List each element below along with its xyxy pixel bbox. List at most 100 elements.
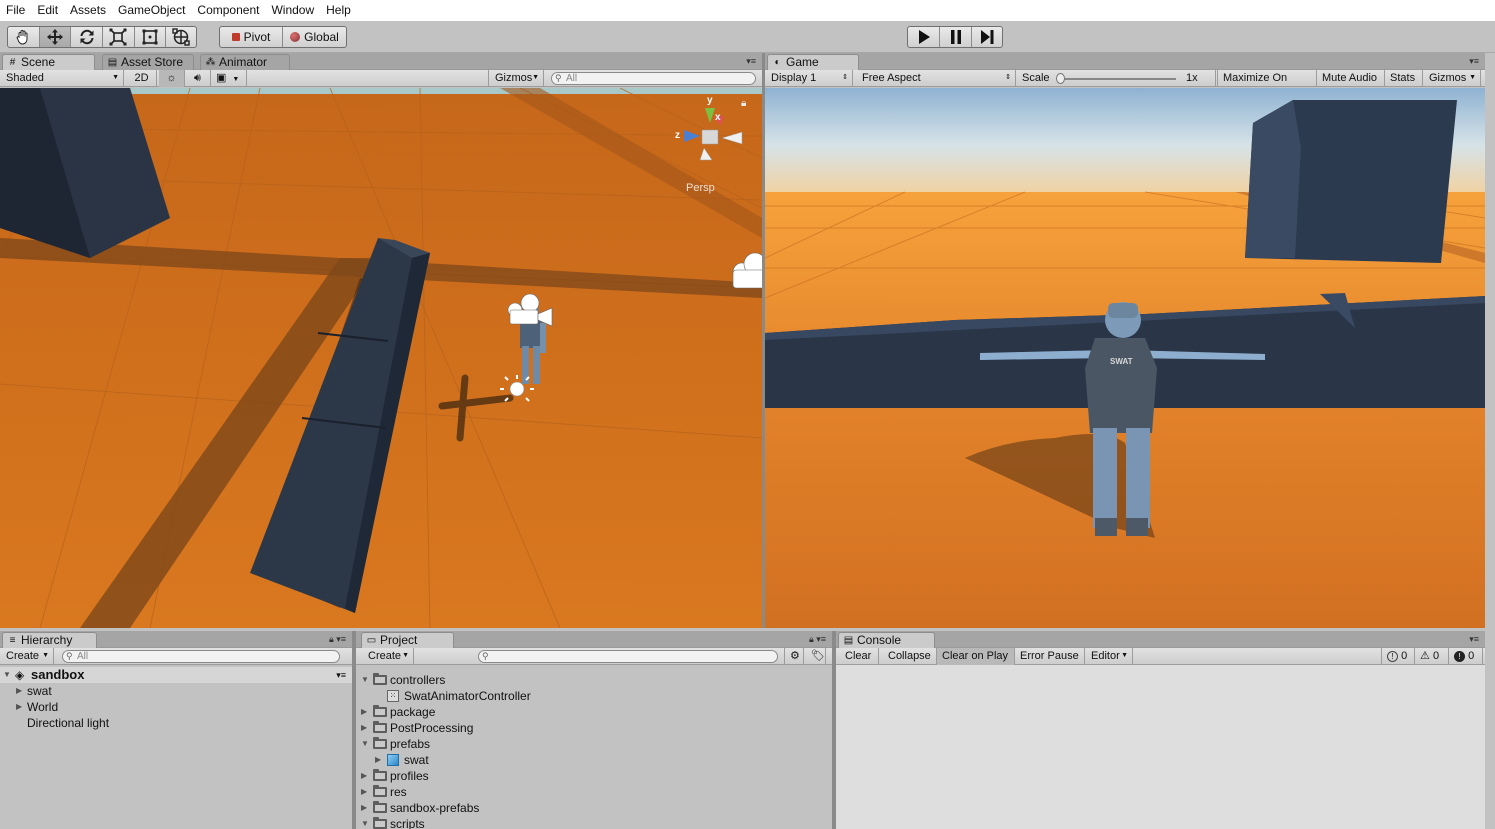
folder-icon (373, 705, 387, 717)
menu-edit[interactable]: Edit (31, 0, 64, 21)
step-button[interactable] (972, 27, 1002, 47)
pause-button[interactable] (940, 27, 972, 47)
expand-triangle-icon[interactable]: ▼ (361, 816, 369, 829)
move-tool-icon[interactable] (39, 27, 72, 47)
vest-text: SWAT (1110, 357, 1133, 366)
console-log-area[interactable] (836, 666, 1485, 829)
rect-tool-icon[interactable] (135, 27, 167, 47)
menu-gameobject[interactable]: GameObject (112, 0, 191, 21)
warning-filter-toggle[interactable]: ⚠ 0 (1415, 648, 1449, 665)
scene-search-input[interactable]: ⚲ All (551, 72, 756, 85)
console-error-pause-toggle[interactable]: Error Pause (1015, 648, 1085, 665)
tab-scene[interactable]: # Scene (2, 54, 95, 70)
hand-tool-icon[interactable] (8, 27, 40, 47)
pivot-toggle[interactable]: Pivot (220, 27, 284, 47)
scale-slider[interactable]: Scale 1x (1016, 70, 1216, 87)
stats-toggle[interactable]: Stats (1385, 70, 1423, 87)
scene-menu-icon[interactable]: ▾≡ (336, 667, 346, 683)
project-item[interactable]: ▼ controllers (356, 672, 832, 688)
display-dropdown[interactable]: Display 1 ⇕ (765, 70, 853, 87)
prefab-cube-icon (387, 754, 399, 766)
collapse-triangle-icon[interactable]: ▶ (361, 720, 367, 736)
scene-search-placeholder: All (566, 73, 578, 84)
toggle-2d-button[interactable]: 2D (127, 70, 157, 87)
project-item-label: controllers (390, 673, 446, 687)
tab-project[interactable]: ▭ Project (361, 632, 454, 648)
lighting-toggle[interactable]: ☼ (159, 70, 185, 87)
tab-asset-store[interactable]: ▤ Asset Store (102, 54, 194, 70)
maximize-on-play-toggle[interactable]: Maximize On Play (1217, 70, 1317, 100)
scale-tool-icon[interactable] (103, 27, 135, 47)
shading-mode-dropdown[interactable]: Shaded ▼ (0, 70, 124, 87)
project-item[interactable]: ▶ sandbox-prefabs (356, 800, 832, 816)
project-item[interactable]: ▶ profiles (356, 768, 832, 784)
menu-help[interactable]: Help (320, 0, 357, 21)
project-item[interactable]: ▼ scripts (356, 816, 832, 829)
filter-by-type-button[interactable]: ⚙ (784, 648, 804, 665)
tab-hierarchy-label: Hierarchy (21, 633, 73, 647)
global-toggle[interactable]: Global (283, 27, 346, 47)
project-item[interactable]: ▶ res (356, 784, 832, 800)
console-editor-dropdown[interactable]: Editor ▼ (1085, 648, 1133, 665)
hierarchy-item[interactable]: ▶ swat (0, 683, 352, 699)
project-create-dropdown[interactable]: Create ▼ (362, 648, 414, 665)
project-item[interactable]: ⁙ SwatAnimatorController (356, 688, 832, 704)
collapse-triangle-icon[interactable]: ▶ (361, 784, 367, 800)
hierarchy-item[interactable]: ▶ World (0, 699, 352, 715)
panel-menu-icon[interactable]: 🔒︎ ▾≡ (809, 634, 826, 645)
scene-root-row[interactable]: ▼ ◈ sandbox ▾≡ (0, 667, 352, 683)
game-gizmos-dropdown[interactable]: Gizmos ▼ (1423, 70, 1481, 87)
scene-viewport[interactable]: y x z Persp 🔒︎ (0, 88, 762, 628)
console-clear-on-play-toggle[interactable]: Clear on Play (937, 648, 1015, 665)
hierarchy-create-dropdown[interactable]: Create ▼ (0, 648, 54, 665)
mute-audio-toggle[interactable]: Mute Audio (1317, 70, 1385, 87)
error-filter-toggle[interactable]: ! 0 (1449, 648, 1483, 665)
expand-triangle-icon[interactable]: ▼ (361, 736, 369, 752)
project-search-input[interactable]: ⚲ (478, 650, 778, 663)
panel-menu-icon[interactable]: 🔒︎ ▾≡ (329, 634, 346, 645)
tab-console[interactable]: ▤ Console (838, 632, 935, 648)
log-filter-toggle[interactable]: ! 0 (1381, 648, 1415, 665)
menu-component[interactable]: Component (191, 0, 265, 21)
hierarchy-search-input[interactable]: ⚲ All (62, 650, 340, 663)
collapse-triangle-icon[interactable]: ▶ (375, 752, 381, 768)
project-item[interactable]: ▼ prefabs (356, 736, 832, 752)
filter-by-label-button[interactable]: 🏷︎ (806, 648, 826, 665)
game-viewport[interactable]: SWAT (765, 88, 1485, 628)
audio-toggle[interactable]: 🔊︎ (185, 70, 211, 87)
vertical-splitter[interactable] (762, 53, 765, 628)
menu-file[interactable]: File (0, 0, 31, 21)
project-item[interactable]: ▶ PostProcessing (356, 720, 832, 736)
effects-dropdown[interactable]: ▣ ▼ (211, 70, 247, 87)
collapse-triangle-icon[interactable]: ▶ (16, 699, 22, 715)
expand-triangle-icon[interactable]: ▼ (361, 672, 369, 688)
persp-label[interactable]: Persp (686, 182, 715, 194)
game-subtoolbar: Display 1 ⇕ Free Aspect ⇕ Scale 1x Maximiz… (765, 70, 1485, 100)
menu-assets[interactable]: Assets (64, 0, 112, 21)
aspect-dropdown[interactable]: Free Aspect ⇕ (856, 70, 1016, 87)
list-icon: ≡ (9, 635, 16, 646)
panel-menu-icon[interactable]: ▾≡ (1469, 56, 1479, 67)
expand-triangle-icon[interactable]: ▼ (3, 667, 11, 683)
tab-hierarchy[interactable]: ≡ Hierarchy (2, 632, 97, 648)
menu-window[interactable]: Window (265, 0, 320, 21)
collapse-triangle-icon[interactable]: ▶ (361, 704, 367, 720)
collapse-triangle-icon[interactable]: ▶ (361, 768, 367, 784)
collapse-triangle-icon[interactable]: ▶ (361, 800, 367, 816)
project-item[interactable]: ▶ package (356, 704, 832, 720)
project-item[interactable]: ▶ swat (356, 752, 832, 768)
panel-menu-icon[interactable]: ▾≡ (1469, 634, 1479, 645)
console-clear-button[interactable]: Clear (840, 648, 879, 665)
scale-thumb[interactable] (1056, 73, 1065, 84)
console-collapse-toggle[interactable]: Collapse (883, 648, 937, 665)
collapse-triangle-icon[interactable]: ▶ (16, 683, 22, 699)
gizmos-dropdown[interactable]: Gizmos ▼ (488, 70, 544, 87)
tab-animator[interactable]: ⁂ Animator (200, 54, 290, 70)
transform-tool-icon[interactable] (166, 27, 196, 47)
lock-icon[interactable]: 🔒︎ (741, 98, 746, 109)
hierarchy-item[interactable]: Directional light (0, 715, 352, 731)
play-button[interactable] (908, 27, 940, 47)
rotate-tool-icon[interactable] (71, 27, 104, 47)
tab-game[interactable]: ◐ Game (767, 54, 859, 70)
panel-menu-icon[interactable]: ▾≡ (746, 56, 756, 67)
